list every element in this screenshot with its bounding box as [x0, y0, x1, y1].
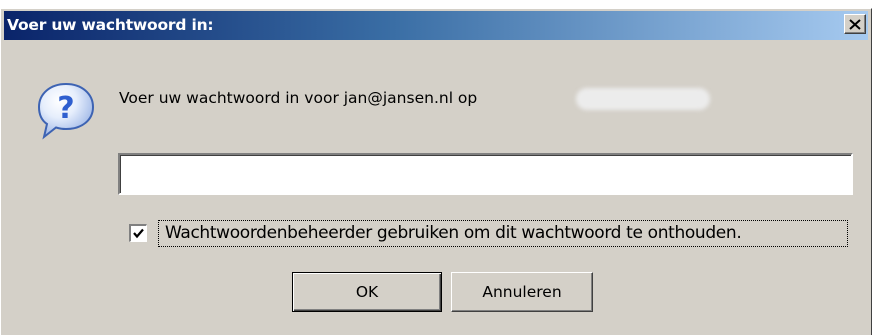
cancel-button[interactable]: Annuleren — [451, 272, 593, 312]
remember-password-label-focus[interactable]: Wachtwoordenbeheerder gebruiken om dit w… — [158, 220, 848, 247]
title-bar[interactable]: Voer uw wachtwoord in: — [4, 11, 868, 40]
dialog-title: Voer uw wachtwoord in: — [7, 16, 214, 34]
remember-password-label: Wachtwoordenbeheerder gebruiken om dit w… — [165, 223, 742, 243]
remember-password-checkbox[interactable] — [129, 224, 147, 242]
ok-button[interactable]: OK — [292, 272, 442, 312]
checkmark-icon — [133, 228, 144, 239]
password-field[interactable] — [118, 153, 853, 195]
question-icon: ? — [35, 80, 97, 142]
prompt-message: Voer uw wachtwoord in voor jan@jansen.nl… — [119, 89, 478, 107]
close-icon — [849, 18, 861, 30]
redacted-host — [576, 88, 710, 110]
close-button[interactable] — [844, 14, 866, 34]
svg-text:?: ? — [57, 91, 74, 126]
